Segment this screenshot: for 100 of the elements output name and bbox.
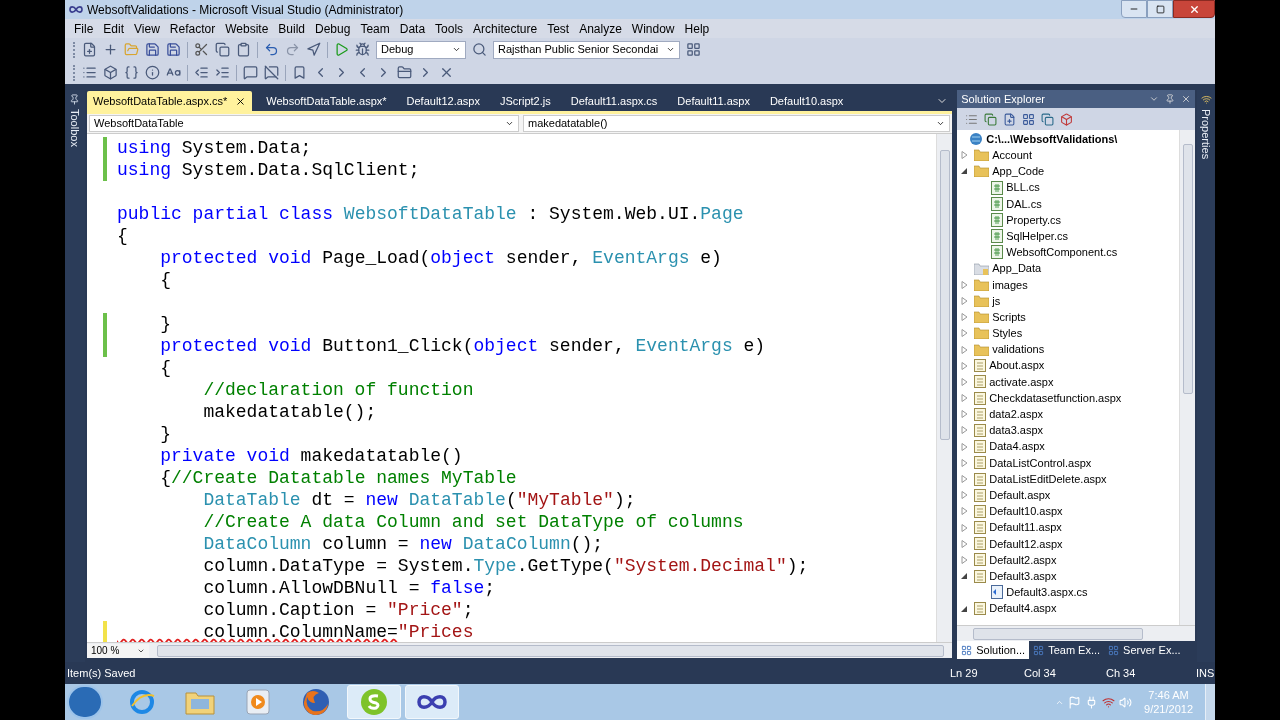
search-icon[interactable] — [472, 42, 487, 57]
menu-item[interactable]: Data — [394, 19, 431, 38]
tree-item[interactable]: validations — [992, 341, 1045, 358]
toolbar-dropdown[interactable]: Rajsthan Public Senior Secondai — [493, 40, 681, 59]
horizontal-scrollbar[interactable] — [973, 627, 1144, 640]
menu-item[interactable]: View — [129, 19, 165, 38]
tree-item[interactable]: Checkdatasetfunction.aspx — [989, 389, 1122, 407]
expand-arrow-icon[interactable] — [960, 377, 968, 386]
outdent-icon[interactable] — [194, 65, 209, 80]
start-button[interactable] — [67, 685, 103, 719]
close-icon[interactable] — [235, 95, 247, 107]
indent-icon[interactable] — [215, 65, 230, 80]
zoom-field[interactable]: 100 % — [87, 643, 149, 658]
expand-arrow-icon[interactable] — [960, 151, 968, 160]
panel-tab[interactable]: Team Ex... — [1029, 641, 1105, 659]
tree-item[interactable]: Default.aspx — [989, 486, 1051, 504]
dropdown-icon[interactable] — [1149, 94, 1159, 104]
close-button[interactable] — [1173, 0, 1215, 18]
expand-arrow-icon[interactable] — [960, 475, 968, 484]
menu-item[interactable]: Team — [355, 19, 395, 38]
menu-item[interactable]: Debug — [310, 19, 356, 38]
expand-arrow-icon[interactable] — [960, 296, 968, 305]
menu-item[interactable]: Website — [220, 19, 274, 38]
plus-icon[interactable] — [103, 42, 118, 57]
folder-icon[interactable] — [397, 65, 412, 80]
menu-item[interactable]: Architecture — [468, 19, 543, 38]
expand-arrow-icon[interactable] — [960, 313, 968, 322]
expand-arrow-icon[interactable] — [960, 507, 968, 516]
tree-item[interactable]: BLL.cs — [1006, 179, 1040, 196]
expand-arrow-icon[interactable] — [960, 539, 968, 548]
scissors-icon[interactable] — [194, 42, 209, 57]
toolbox-tab[interactable]: Toolbox — [66, 109, 84, 147]
editor-tab[interactable]: WebsoftDataTable.aspx* — [260, 91, 393, 111]
clipboard-icon[interactable] — [236, 42, 251, 57]
bookmark-icon[interactable] — [292, 65, 307, 80]
minimize-button[interactable] — [1121, 0, 1147, 18]
tree-item[interactable]: DataListControl.aspx — [989, 454, 1092, 472]
properties-icon[interactable] — [965, 112, 979, 126]
editor-tab[interactable]: WebsoftDataTable.aspx.cs* — [87, 91, 253, 111]
collapse-arrow-icon[interactable] — [960, 572, 968, 581]
tree-item[interactable]: DataListEditDelete.aspx — [989, 470, 1107, 488]
tree-item[interactable]: Default3.aspx — [989, 567, 1057, 585]
menu-item[interactable]: Test — [542, 19, 575, 38]
taskbar-button[interactable] — [405, 685, 459, 719]
editor-tab[interactable]: Default11.aspx.cs — [564, 91, 664, 111]
menu-item[interactable]: Refactor — [164, 19, 221, 38]
tree-item[interactable]: images — [992, 276, 1028, 294]
member-dropdown[interactable]: makedatatable() — [523, 115, 951, 132]
tree-item[interactable]: activate.aspx — [989, 373, 1054, 391]
tree-item[interactable]: Default10.aspx — [989, 503, 1063, 520]
file-plus-icon[interactable] — [82, 42, 97, 57]
tree-item[interactable]: Data4.aspx — [989, 438, 1045, 455]
menu-item[interactable]: Build — [273, 19, 310, 38]
expand-arrow-icon[interactable] — [960, 555, 968, 564]
tree-item[interactable]: Account — [992, 147, 1032, 164]
expand-arrow-icon[interactable] — [960, 523, 968, 532]
type-dropdown[interactable]: WebsoftDataTable — [89, 115, 519, 132]
vertical-scrollbar[interactable] — [1179, 130, 1195, 625]
menu-item[interactable]: Analyze — [574, 19, 627, 38]
panel-tab[interactable]: Solution... — [957, 641, 1030, 659]
info-icon[interactable] — [145, 65, 160, 80]
restore-button[interactable] — [1147, 0, 1173, 18]
box-icon[interactable] — [103, 65, 118, 80]
tree-item[interactable]: data3.aspx — [989, 422, 1044, 439]
save-icon[interactable] — [166, 42, 181, 57]
braces-icon[interactable] — [124, 65, 139, 80]
copy-icon[interactable] — [984, 112, 998, 126]
play-icon[interactable] — [334, 42, 349, 57]
pin-icon[interactable] — [1165, 94, 1175, 104]
menu-item[interactable]: Tools — [430, 19, 469, 38]
horizontal-scrollbar[interactable] — [157, 644, 945, 657]
undo-icon[interactable] — [264, 42, 279, 57]
panel-tab[interactable]: Server Ex... — [1104, 641, 1185, 659]
save-icon[interactable] — [145, 42, 160, 57]
menu-item[interactable]: Edit — [98, 19, 130, 38]
tree-item[interactable]: C:\...\WebsoftValidations\ — [986, 130, 1118, 148]
tree-item[interactable]: data2.aspx — [989, 406, 1044, 423]
copy-icon[interactable] — [1041, 112, 1055, 126]
properties-tab[interactable]: Properties — [1197, 109, 1215, 160]
collapse-arrow-icon[interactable] — [960, 167, 968, 176]
network-icon[interactable] — [1102, 695, 1116, 709]
expand-arrow-icon[interactable] — [960, 458, 968, 467]
expand-arrow-icon[interactable] — [960, 442, 968, 451]
menu-item[interactable]: File — [69, 19, 99, 38]
expand-arrow-icon[interactable] — [960, 329, 968, 338]
uncomment-icon[interactable] — [264, 65, 279, 80]
grid-icon[interactable] — [1022, 112, 1036, 126]
expand-arrow-icon[interactable] — [960, 410, 968, 419]
tree-item[interactable]: WebsoftComponent.cs — [1006, 244, 1118, 261]
tree-item[interactable]: SqlHelper.cs — [1006, 227, 1068, 245]
tree-item[interactable]: App_Code — [992, 163, 1045, 180]
editor-tab[interactable]: Default12.aspx — [400, 91, 486, 111]
expand-arrow-icon[interactable] — [960, 345, 968, 354]
expand-arrow-icon[interactable] — [960, 280, 968, 289]
editor-tab[interactable]: Default11.aspx — [671, 91, 756, 111]
menu-item[interactable]: Help — [679, 19, 715, 38]
tree-item[interactable]: Default3.aspx.cs — [1006, 584, 1088, 601]
menu-item[interactable]: Window — [626, 19, 680, 38]
comment-icon[interactable] — [243, 65, 258, 80]
toolbar-dropdown[interactable]: Debug — [376, 40, 466, 59]
